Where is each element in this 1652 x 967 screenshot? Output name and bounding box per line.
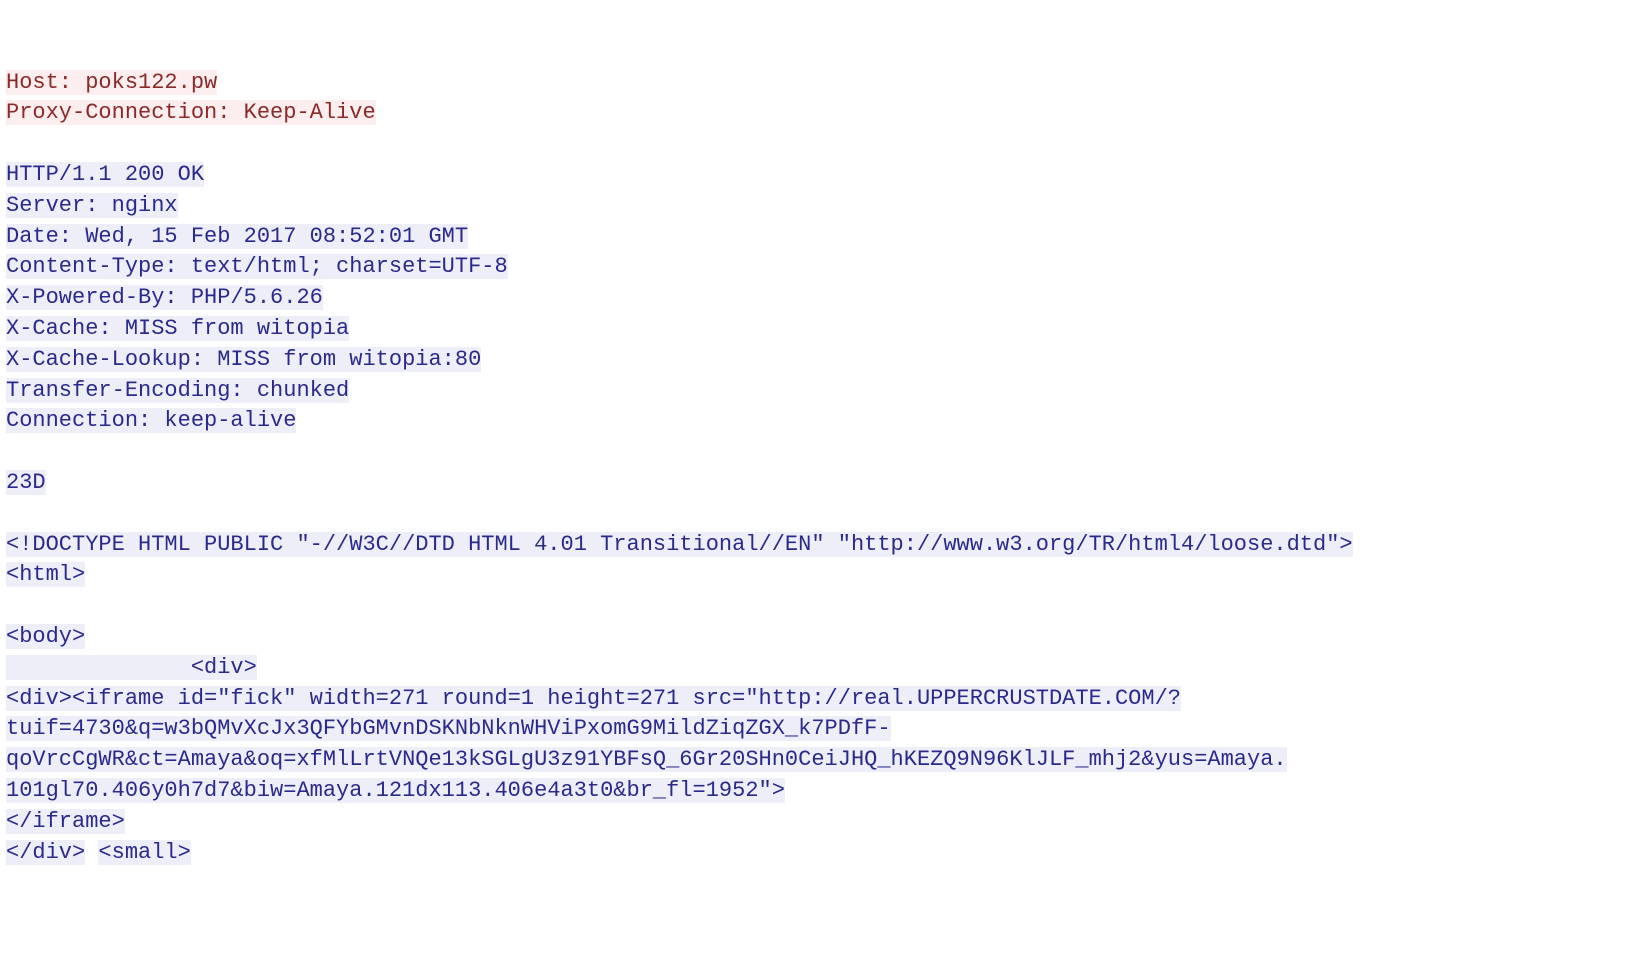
chunk-size: 23D	[6, 470, 46, 495]
body-line: <body>	[6, 624, 85, 649]
body-gap	[85, 840, 98, 865]
body-line: tuif=4730&q=w3bQMvXcJx3QFYbGMvnDSKNbNknW…	[6, 716, 891, 741]
request-line: Host: poks122.pw	[6, 70, 217, 95]
body-line: <div>	[6, 655, 257, 680]
response-header: HTTP/1.1 200 OK	[6, 162, 204, 187]
response-header: Connection: keep-alive	[6, 408, 296, 433]
body-line: <html>	[6, 562, 85, 587]
response-header: X-Powered-By: PHP/5.6.26	[6, 285, 323, 310]
body-line: </div>	[6, 840, 85, 865]
body-line: <!DOCTYPE HTML PUBLIC "-//W3C//DTD HTML …	[6, 532, 1353, 557]
response-header: Server: nginx	[6, 193, 178, 218]
body-line: <div><iframe id="fick" width=271 round=1…	[6, 686, 1181, 711]
http-trace: Host: poks122.pw Proxy-Connection: Keep-…	[6, 68, 1646, 869]
body-line: </iframe>	[6, 809, 125, 834]
response-header: X-Cache-Lookup: MISS from witopia:80	[6, 347, 481, 372]
response-header: Date: Wed, 15 Feb 2017 08:52:01 GMT	[6, 224, 468, 249]
request-line: Proxy-Connection: Keep-Alive	[6, 100, 376, 125]
response-header: Content-Type: text/html; charset=UTF-8	[6, 254, 508, 279]
body-line: <small>	[98, 840, 190, 865]
body-line: 101gl70.406y0h7d7&biw=Amaya.121dx113.406…	[6, 778, 785, 803]
response-header: Transfer-Encoding: chunked	[6, 378, 349, 403]
response-header: X-Cache: MISS from witopia	[6, 316, 349, 341]
body-line: qoVrcCgWR&ct=Amaya&oq=xfMlLrtVNQe13kSGLg…	[6, 747, 1287, 772]
